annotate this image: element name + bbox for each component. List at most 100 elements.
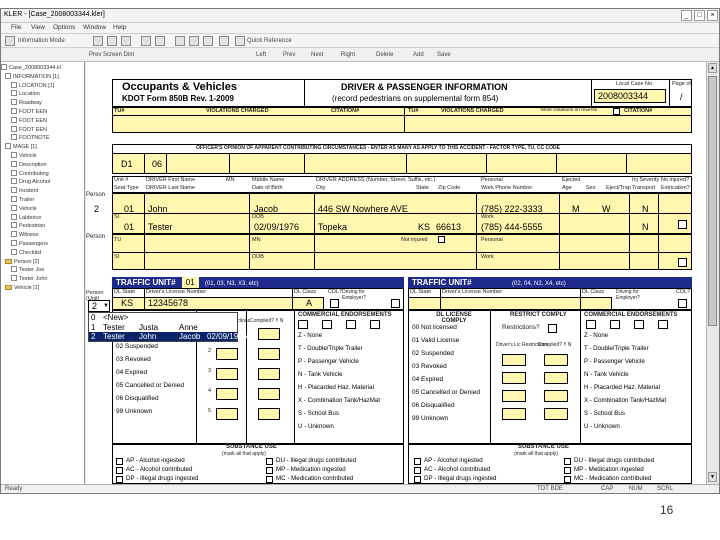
menu-help[interactable]: Help [113, 24, 126, 31]
complied2-field-3[interactable] [544, 390, 568, 402]
dl-fields-right[interactable] [408, 297, 612, 310]
substance-checkbox[interactable] [116, 467, 123, 474]
dropdown-option[interactable]: 2 Tester John Jacob 02/09/1976 [89, 332, 247, 341]
tree-item[interactable]: Person [2] [5, 258, 39, 266]
traffic-unit-1-value[interactable]: 01 [181, 277, 199, 288]
reference-button[interactable]: Quick Reference [247, 36, 292, 46]
save-button[interactable]: Save [437, 50, 451, 60]
complied2-field-4[interactable] [544, 408, 568, 420]
left-button[interactable]: Left [256, 50, 266, 60]
substance-checkbox[interactable] [266, 467, 273, 474]
tree-item[interactable]: Location [11, 90, 40, 98]
restr2-field-4[interactable] [502, 408, 526, 420]
new-icon[interactable] [93, 36, 103, 46]
person-1-extrication-checkbox[interactable] [678, 220, 687, 229]
preview-icon[interactable] [155, 36, 165, 46]
opinion-fields[interactable] [112, 153, 692, 174]
restr2-field-1[interactable] [502, 354, 526, 366]
tree-item[interactable]: Pedestrian [11, 222, 45, 230]
help-icon[interactable] [219, 36, 229, 46]
restr2-field-2[interactable] [502, 372, 526, 384]
tree-item[interactable]: Vehicle [1] [5, 284, 39, 292]
endorse2-box-2[interactable] [610, 320, 620, 329]
tree-item[interactable]: Witness [11, 231, 39, 239]
restr-field-5[interactable] [216, 408, 238, 420]
add-button[interactable]: Add [413, 50, 424, 60]
menu-options[interactable]: Options [53, 24, 75, 31]
prev-button[interactable]: Prev [283, 50, 295, 60]
menu-file[interactable]: File [11, 24, 21, 31]
complied-field-4[interactable] [258, 388, 280, 400]
substance-checkbox[interactable] [564, 476, 571, 483]
substance-checkbox[interactable] [564, 458, 571, 465]
maximize-button[interactable]: □ [694, 10, 705, 21]
tree-item[interactable]: Lalderice [11, 213, 41, 222]
tree-item[interactable]: Vehicle [11, 152, 37, 160]
mode-button[interactable]: Information Mode [18, 36, 65, 46]
person-2-extrication-checkbox[interactable] [678, 258, 687, 267]
substance-checkbox[interactable] [564, 467, 571, 474]
employer-checkbox[interactable] [391, 299, 400, 308]
restr-field-3[interactable] [216, 368, 238, 380]
dropdown-option[interactable]: 0 <New> [89, 313, 237, 322]
dropdown-option[interactable]: 1 Tester Justa Anne [89, 323, 237, 332]
scroll-thumb[interactable] [708, 76, 717, 326]
delete-button[interactable]: Delete [376, 50, 393, 60]
vertical-scrollbar[interactable]: ▲ ▼ [706, 62, 718, 484]
restrictions-checkbox[interactable] [548, 324, 557, 333]
next-button[interactable]: Next [311, 50, 323, 60]
tree-item[interactable]: Incident [11, 187, 38, 195]
tree-item[interactable]: LOCATION [1] [11, 81, 54, 90]
tree-item[interactable]: INFORMATION [1] [5, 72, 59, 81]
copy-icon[interactable] [189, 36, 199, 46]
save-icon[interactable] [121, 36, 131, 46]
endorse2-box-4[interactable] [658, 320, 668, 329]
complied-field-1[interactable] [258, 328, 280, 340]
endorse-box-2[interactable] [322, 320, 332, 329]
minimize-button[interactable]: _ [681, 10, 692, 21]
case-number-field[interactable]: 2008003344 [594, 89, 666, 103]
substance-checkbox[interactable] [266, 458, 273, 465]
tree-item[interactable]: Vehicle [11, 204, 37, 213]
substance-checkbox[interactable] [116, 476, 123, 483]
tree-item[interactable]: Description [11, 160, 47, 169]
complied-field-5[interactable] [258, 408, 280, 420]
complied2-field-1[interactable] [544, 354, 568, 366]
paste-icon[interactable] [203, 36, 213, 46]
person-2-not-injured-checkbox[interactable] [438, 236, 445, 243]
mode-icon[interactable] [5, 36, 15, 46]
cdl2-checkbox[interactable] [678, 299, 687, 308]
complied-field-2[interactable] [258, 348, 280, 360]
endorse2-box-1[interactable] [586, 320, 596, 329]
endorse-box-4[interactable] [370, 320, 380, 329]
cdl-checkbox[interactable] [330, 299, 339, 308]
endorse-box-1[interactable] [298, 320, 308, 329]
complied2-field-2[interactable] [544, 372, 568, 384]
substance-checkbox[interactable] [116, 458, 123, 465]
print-icon[interactable] [141, 36, 151, 46]
restr-field-2[interactable] [216, 348, 238, 360]
tree-item[interactable]: Tester John [11, 275, 47, 283]
tree-item[interactable]: Drug Alcohol [11, 178, 50, 186]
tree-item[interactable]: Contributing [11, 169, 49, 178]
endorse2-box-3[interactable] [634, 320, 644, 329]
tree-item[interactable]: FOOT EEN [11, 116, 47, 125]
tree-item[interactable]: Roadway [11, 99, 42, 107]
tree-item[interactable]: MAGE [1] [5, 143, 37, 151]
scroll-down-arrow[interactable]: ▼ [708, 472, 717, 482]
prev-screen-button[interactable]: Prev Screen Dim [89, 50, 134, 60]
close-button[interactable]: × [707, 10, 718, 21]
substance-checkbox[interactable] [414, 458, 421, 465]
scroll-up-arrow[interactable]: ▲ [708, 63, 717, 73]
substance-checkbox[interactable] [414, 476, 421, 483]
tree-item[interactable]: Tester Joe [11, 266, 44, 274]
more-violations-checkbox[interactable] [613, 108, 620, 115]
tree-item[interactable]: FOOT EEN [11, 108, 47, 116]
menu-view[interactable]: View [31, 24, 45, 31]
tree-item[interactable]: Case_2008003344.kl [1, 64, 61, 72]
open-icon[interactable] [107, 36, 117, 46]
tree-item[interactable]: Trailer [11, 196, 34, 204]
cut-icon[interactable] [175, 36, 185, 46]
tree-item[interactable]: FOOT EEN [11, 125, 47, 134]
restr-field-4[interactable] [216, 388, 238, 400]
